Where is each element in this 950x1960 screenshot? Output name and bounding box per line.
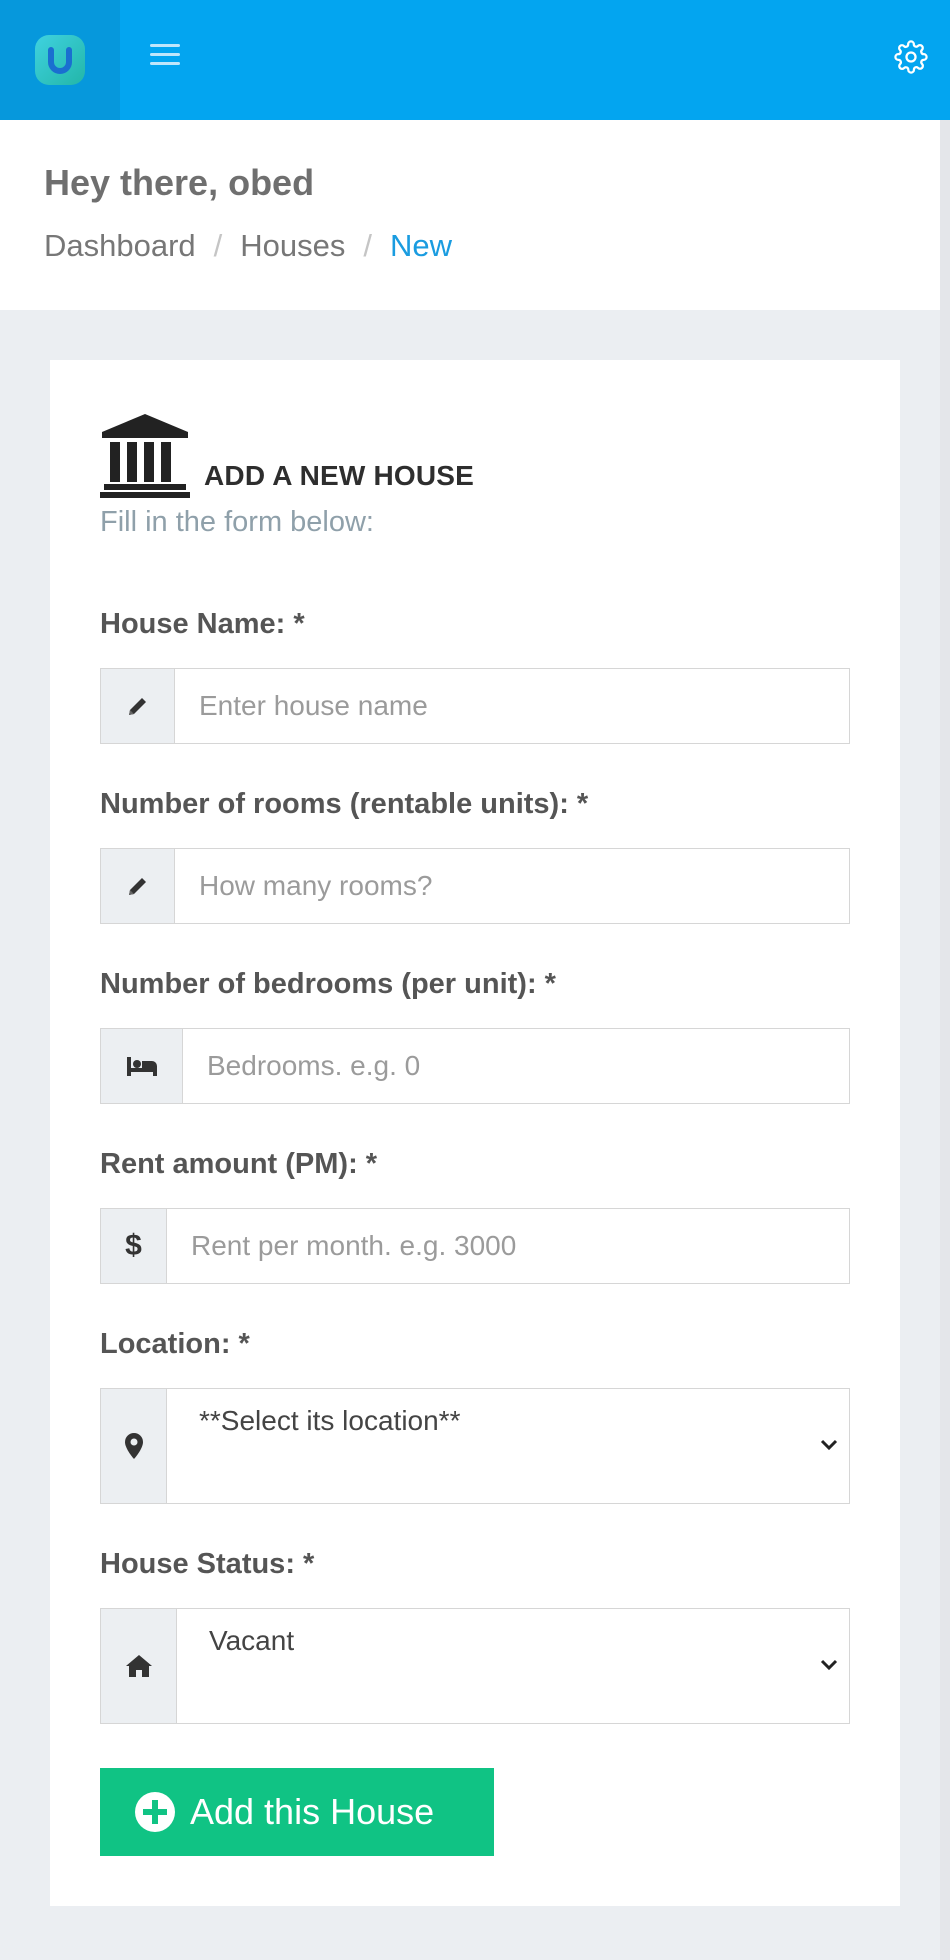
status-select-value: Vacant bbox=[209, 1625, 295, 1656]
bed-icon bbox=[101, 1029, 183, 1103]
breadcrumb-separator: / bbox=[213, 228, 223, 263]
form-subtitle: Fill in the form below: bbox=[100, 506, 374, 538]
rooms-input[interactable] bbox=[175, 849, 849, 923]
page-header: Hey there, obed Dashboard / Houses / New bbox=[0, 120, 940, 310]
location-select-group: **Select its location** bbox=[100, 1388, 850, 1504]
status-label: House Status: * bbox=[100, 1548, 315, 1580]
add-house-button[interactable]: Add this House bbox=[100, 1768, 494, 1856]
dollar-icon: $ bbox=[101, 1209, 167, 1283]
house-name-field: House Name: * bbox=[100, 608, 850, 744]
house-name-input[interactable] bbox=[175, 669, 849, 743]
rent-field: Rent amount (PM): * $ bbox=[100, 1148, 850, 1284]
brand-logo-cell[interactable] bbox=[0, 0, 120, 120]
chevron-down-icon bbox=[820, 1439, 838, 1451]
rent-input[interactable] bbox=[167, 1209, 849, 1283]
status-field: House Status: * Vacant bbox=[100, 1548, 850, 1724]
app-logo-icon bbox=[35, 35, 85, 85]
location-field: Location: * **Select its location** bbox=[100, 1328, 850, 1504]
hamburger-menu-icon[interactable] bbox=[150, 44, 180, 70]
breadcrumb: Dashboard / Houses / New bbox=[44, 228, 452, 264]
breadcrumb-dashboard[interactable]: Dashboard bbox=[44, 228, 196, 264]
breadcrumb-separator: / bbox=[363, 228, 373, 263]
location-select-value: **Select its location** bbox=[199, 1405, 461, 1436]
bedrooms-input-group bbox=[100, 1028, 850, 1104]
institution-icon bbox=[100, 414, 190, 498]
rent-label: Rent amount (PM): * bbox=[100, 1148, 378, 1180]
status-select-group: Vacant bbox=[100, 1608, 850, 1724]
scrollbar-track[interactable] bbox=[940, 120, 950, 1960]
form-title-row: ADD A NEW HOUSE bbox=[100, 408, 474, 498]
add-house-form-card: ADD A NEW HOUSE Fill in the form below: … bbox=[50, 360, 900, 1906]
pencil-icon bbox=[101, 849, 175, 923]
bedrooms-field: Number of bedrooms (per unit): * bbox=[100, 968, 850, 1104]
location-select[interactable]: **Select its location** bbox=[167, 1389, 849, 1503]
chevron-down-icon bbox=[820, 1659, 838, 1671]
bedrooms-label: Number of bedrooms (per unit): * bbox=[100, 968, 556, 1000]
location-label: Location: * bbox=[100, 1328, 250, 1360]
house-name-input-group bbox=[100, 668, 850, 744]
bedrooms-input[interactable] bbox=[183, 1029, 849, 1103]
gear-icon[interactable] bbox=[894, 40, 928, 74]
page-title: Hey there, obed bbox=[44, 162, 315, 203]
breadcrumb-new: New bbox=[390, 228, 453, 263]
home-icon bbox=[101, 1609, 177, 1723]
top-navbar bbox=[0, 0, 950, 120]
add-house-button-label: Add this House bbox=[190, 1791, 435, 1832]
rooms-input-group bbox=[100, 848, 850, 924]
rent-input-group: $ bbox=[100, 1208, 850, 1284]
breadcrumb-houses[interactable]: Houses bbox=[240, 228, 345, 264]
house-name-label: House Name: * bbox=[100, 608, 305, 640]
map-pin-icon bbox=[101, 1389, 167, 1503]
pencil-icon bbox=[101, 669, 175, 743]
plus-circle-icon bbox=[135, 1792, 175, 1832]
form-title: ADD A NEW HOUSE bbox=[204, 460, 475, 491]
rooms-label: Number of rooms (rentable units): * bbox=[100, 788, 589, 820]
status-select[interactable]: Vacant bbox=[177, 1609, 849, 1723]
rooms-field: Number of rooms (rentable units): * bbox=[100, 788, 850, 924]
